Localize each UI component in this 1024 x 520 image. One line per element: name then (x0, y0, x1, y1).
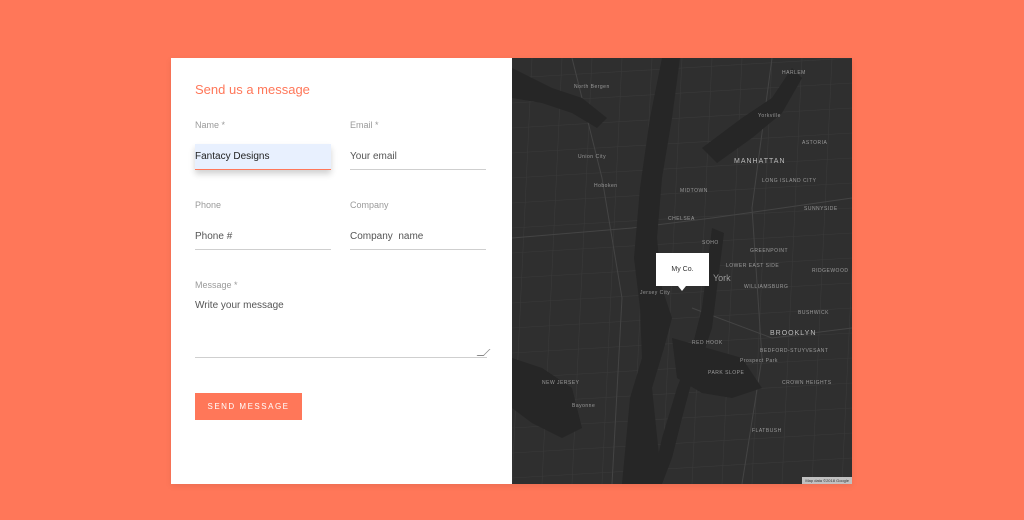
name-input[interactable] (195, 144, 331, 170)
map-label-park-slope: PARK SLOPE (708, 370, 745, 376)
map-label-manhattan: MANHATTAN (734, 158, 786, 165)
map-label-union-city: Union City (578, 154, 607, 160)
map-label-flatbush: FLATBUSH (752, 428, 782, 434)
map-label-bayonne: Bayonne (572, 403, 596, 409)
phone-label: Phone (195, 200, 222, 210)
map-label-york: York (713, 273, 731, 283)
map-label-long-island-city: LONG ISLAND CITY (762, 178, 817, 184)
map[interactable]: MANHATTAN York BROOKLYN NEW JERSEY North… (512, 58, 852, 484)
map-attribution[interactable]: Map data ©2018 Google (802, 477, 852, 484)
message-textarea[interactable] (195, 300, 487, 358)
form-title: Send us a message (195, 82, 310, 97)
map-label-prospect-park: Prospect Park (740, 358, 778, 364)
contact-form: Send us a message Name * Email * Phone C… (171, 58, 512, 484)
map-label-hoboken: Hoboken (594, 183, 618, 189)
map-marker[interactable]: My Co. (656, 253, 709, 291)
map-label-ridgewood: RIDGEWOOD (812, 268, 849, 274)
phone-input[interactable] (195, 224, 331, 250)
map-marker-label: My Co. (671, 266, 694, 273)
name-field-group: Name * (195, 120, 331, 170)
company-input[interactable] (350, 224, 486, 250)
map-label-red-hook: RED HOOK (692, 340, 723, 346)
map-label-north-bergen: North Bergen (574, 84, 610, 90)
company-field-group: Company (350, 200, 486, 250)
map-label-williamsburg: WILLIAMSBURG (744, 284, 789, 290)
map-label-brooklyn: BROOKLYN (770, 330, 817, 337)
email-field-group: Email * (350, 120, 486, 170)
map-label-bedstuy: BEDFORD-STUYVESANT (760, 348, 829, 354)
map-label-greenpoint: GREENPOINT (750, 248, 789, 254)
map-label-astoria: ASTORIA (802, 140, 828, 146)
map-label-sunnyside: SUNNYSIDE (804, 206, 838, 212)
phone-field-group: Phone (195, 200, 331, 250)
name-label: Name * (195, 120, 226, 130)
map-label-chelsea: CHELSEA (668, 216, 695, 222)
map-label-crown-heights: CROWN HEIGHTS (782, 380, 832, 386)
email-label: Email * (350, 120, 379, 130)
map-label-new-jersey: NEW JERSEY (542, 380, 580, 386)
map-label-jersey-city: Jersey City (640, 290, 671, 296)
map-label-harlem: HARLEM (782, 70, 806, 76)
map-label-yorkville: Yorkville (758, 113, 781, 119)
message-label: Message * (195, 280, 238, 290)
map-label-soho: SOHO (702, 240, 719, 246)
map-label-bushwick: BUSHWICK (798, 310, 829, 316)
company-label: Company (350, 200, 389, 210)
email-input[interactable] (350, 144, 486, 170)
contact-card: Send us a message Name * Email * Phone C… (171, 58, 852, 484)
map-label-midtown: MIDTOWN (680, 188, 708, 194)
message-field-group: Message * (195, 280, 491, 358)
send-message-button[interactable]: SEND MESSAGE (195, 393, 302, 420)
map-label-les: LOWER EAST SIDE (726, 263, 780, 269)
